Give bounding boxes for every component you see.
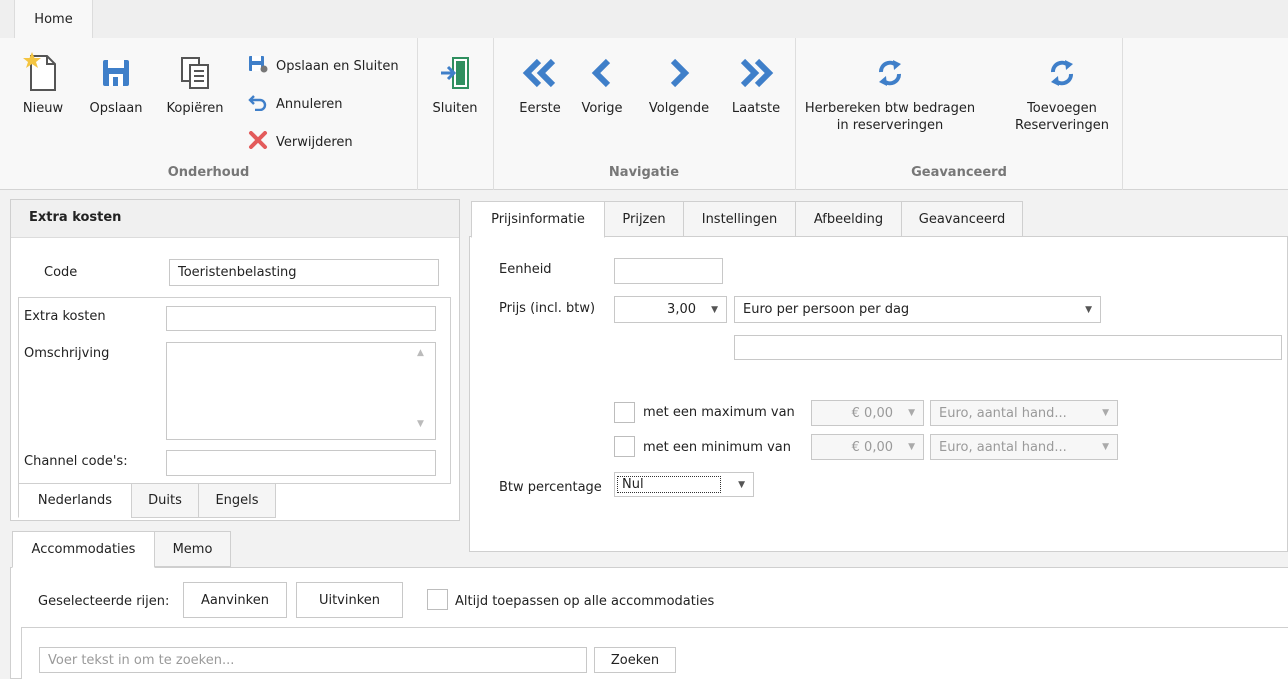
laatste-button[interactable]: Laatste — [724, 46, 788, 117]
dropdown-arrow-icon[interactable]: ▼ — [1102, 408, 1109, 418]
prijs-unit-select[interactable]: Euro per persoon per dag ▼ — [734, 296, 1101, 323]
undo-icon — [248, 93, 268, 115]
nieuw-button[interactable]: Nieuw — [12, 46, 74, 117]
toevoegen-reserveringen-button[interactable]: Toevoegen Reserveringen — [1002, 46, 1122, 134]
copy-icon — [178, 46, 212, 100]
max-amount-input[interactable]: € 0,00 ▼ — [811, 400, 924, 426]
refresh-icon — [875, 46, 905, 100]
dropdown-arrow-icon[interactable]: ▼ — [1085, 305, 1092, 315]
volgende-button[interactable]: Volgende — [642, 46, 716, 117]
code-input[interactable]: Toeristenbelasting — [169, 259, 439, 286]
exit-door-icon — [439, 46, 471, 100]
aanvinken-button[interactable]: Aanvinken — [183, 582, 287, 618]
altijd-toepassen-checkbox[interactable] — [427, 589, 448, 610]
dropdown-arrow-icon[interactable]: ▼ — [1102, 442, 1109, 452]
sluiten-button[interactable]: Sluiten — [418, 46, 492, 117]
save-icon — [101, 46, 131, 100]
group-label-geavanceerd: Geavanceerd — [911, 165, 1007, 180]
double-chevron-left-icon — [521, 46, 559, 100]
min-label: met een minimum van — [643, 440, 791, 455]
eenheid-input[interactable] — [614, 258, 723, 284]
new-document-icon — [23, 46, 63, 100]
min-amount-input[interactable]: € 0,00 ▼ — [811, 434, 924, 460]
code-label: Code — [44, 265, 78, 280]
opslaan-sluiten-button[interactable]: Opslaan en Sluiten — [248, 55, 399, 77]
min-checkbox[interactable] — [614, 436, 635, 457]
max-checkbox[interactable] — [614, 402, 635, 423]
tab-prijzen[interactable]: Prijzen — [604, 201, 684, 237]
dropdown-arrow-icon[interactable]: ▼ — [908, 442, 915, 452]
uitvinken-button[interactable]: Uitvinken — [296, 582, 403, 618]
extra-kosten-input[interactable] — [166, 306, 436, 331]
delete-x-icon — [248, 131, 268, 153]
dropdown-arrow-icon[interactable]: ▼ — [908, 408, 915, 418]
tab-duits[interactable]: Duits — [131, 483, 199, 518]
tab-geavanceerd[interactable]: Geavanceerd — [901, 201, 1023, 237]
tab-instellingen[interactable]: Instellingen — [683, 201, 796, 237]
prijsinformatie-panel — [469, 236, 1288, 552]
btw-select[interactable]: Nul ▼ — [614, 472, 754, 497]
extra-kosten-label: Extra kosten — [24, 309, 106, 324]
tab-nederlands[interactable]: Nederlands — [18, 483, 132, 518]
group-label-navigatie: Navigatie — [608, 165, 680, 180]
vorige-button[interactable]: Vorige — [574, 46, 630, 117]
tab-prijsinformatie[interactable]: Prijsinformatie — [471, 201, 605, 238]
save-close-icon — [248, 55, 268, 77]
eenheid-label: Eenheid — [499, 262, 552, 277]
zoeken-button[interactable]: Zoeken — [594, 647, 676, 673]
herbereken-btw-button[interactable]: Herbereken btw bedragen in reserveringen — [800, 46, 980, 134]
channel-code-input[interactable] — [166, 450, 436, 476]
prijs-extra-input[interactable] — [734, 335, 1282, 360]
double-chevron-right-icon — [737, 46, 775, 100]
dropdown-arrow-icon[interactable]: ▼ — [738, 480, 745, 490]
omschrijving-label: Omschrijving — [24, 346, 110, 361]
tab-afbeelding[interactable]: Afbeelding — [795, 201, 902, 237]
ribbon-tabbar — [0, 0, 1288, 38]
tab-engels[interactable]: Engels — [198, 483, 276, 518]
btw-label: Btw percentage — [499, 480, 602, 495]
channel-code-label: Channel code's: — [24, 454, 128, 469]
chevron-right-icon — [667, 46, 691, 100]
panel-title: Extra kosten — [29, 210, 122, 225]
verwijderen-button[interactable]: Verwijderen — [248, 131, 353, 153]
dropdown-arrow-icon[interactable]: ▼ — [711, 305, 718, 315]
ribbon-separator — [1122, 38, 1123, 190]
scroll-up-icon[interactable]: ▲ — [417, 348, 424, 358]
altijd-toepassen-label: Altijd toepassen op alle accommodaties — [455, 594, 715, 609]
search-input[interactable]: Voer tekst in om te zoeken... — [39, 647, 587, 673]
refresh-icon — [1047, 46, 1077, 100]
tab-accommodaties[interactable]: Accommodaties — [12, 531, 155, 568]
max-unit-select[interactable]: Euro, aantal hand... ▼ — [930, 400, 1118, 426]
prijs-label: Prijs (incl. btw) — [499, 301, 596, 316]
group-label-onderhoud: Onderhoud — [167, 165, 250, 180]
tab-home[interactable]: Home — [14, 0, 93, 38]
chevron-left-icon — [590, 46, 614, 100]
kopieren-button[interactable]: Kopiëren — [160, 46, 230, 117]
min-unit-select[interactable]: Euro, aantal hand... ▼ — [930, 434, 1118, 460]
max-label: met een maximum van — [643, 405, 795, 420]
omschrijving-textarea[interactable] — [166, 342, 436, 440]
opslaan-button[interactable]: Opslaan — [86, 46, 146, 117]
tab-memo[interactable]: Memo — [154, 531, 231, 567]
scroll-down-icon[interactable]: ▼ — [417, 419, 424, 429]
geselecteerde-rijen-label: Geselecteerde rijen: — [38, 594, 170, 609]
eerste-button[interactable]: Eerste — [508, 46, 572, 117]
annuleren-button[interactable]: Annuleren — [248, 93, 343, 115]
prijs-input[interactable]: 3,00 ▼ — [614, 296, 727, 323]
